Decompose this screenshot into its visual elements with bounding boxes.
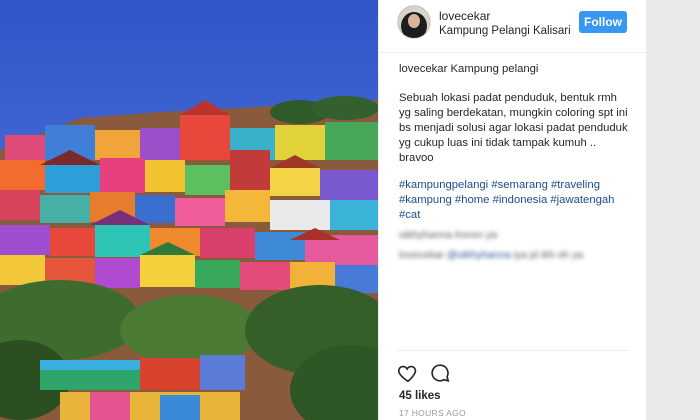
post-timestamp: 17 HOURS AGO: [399, 408, 466, 418]
comment-text: iya jd ikh oh ya: [513, 249, 584, 261]
hashtag-link[interactable]: #kampung: [399, 194, 452, 206]
comment-item: sikhyhanna Keren ya: [399, 228, 631, 243]
caption: lovecekar Kampung pelangi: [399, 62, 631, 77]
comments-section: lovecekar Kampung pelangi Sebuah lokasi …: [399, 62, 631, 263]
hashtag-link[interactable]: #semarang: [491, 179, 548, 191]
hashtag-link[interactable]: #home: [455, 194, 490, 206]
caption-body: Sebuah lokasi padat penduduk, bentuk rmh…: [399, 92, 628, 164]
comment-mention[interactable]: @sikhyhanna: [447, 249, 511, 261]
like-count[interactable]: 45 likes: [399, 390, 441, 402]
hashtag-list: #kampungpelangi #semarang #traveling #ka…: [399, 178, 631, 223]
comment-author[interactable]: lovecekar: [399, 249, 444, 261]
heart-icon[interactable]: [397, 362, 419, 384]
comment-icon[interactable]: [429, 362, 451, 384]
caption-title: Kampung pelangi: [450, 63, 539, 75]
hashtag-link[interactable]: #cat: [399, 209, 420, 221]
hashtag-link[interactable]: #indonesia: [493, 194, 548, 206]
hashtag-link[interactable]: #traveling: [551, 179, 600, 191]
post-header: lovecekar Kampung Pelangi Kalisari Follo…: [379, 0, 647, 53]
comment-text: sikhyhanna Keren ya: [399, 229, 498, 241]
hashtag-link[interactable]: #jawatengah: [550, 194, 614, 206]
post-username[interactable]: lovecekar: [439, 9, 490, 23]
hashtag-link[interactable]: #kampungpelangi: [399, 179, 488, 191]
post-location[interactable]: Kampung Pelangi Kalisari: [439, 25, 571, 37]
avatar[interactable]: [397, 5, 431, 39]
comment-item: lovecekar @sikhyhanna iya jd ikh oh ya: [399, 248, 631, 263]
page-margin: [646, 0, 700, 420]
divider: [397, 350, 629, 351]
post-sidebar: lovecekar Kampung Pelangi Kalisari Follo…: [378, 0, 647, 420]
follow-button[interactable]: Follow: [579, 11, 627, 33]
caption-author[interactable]: lovecekar: [399, 63, 447, 75]
post-photo[interactable]: [0, 0, 378, 420]
